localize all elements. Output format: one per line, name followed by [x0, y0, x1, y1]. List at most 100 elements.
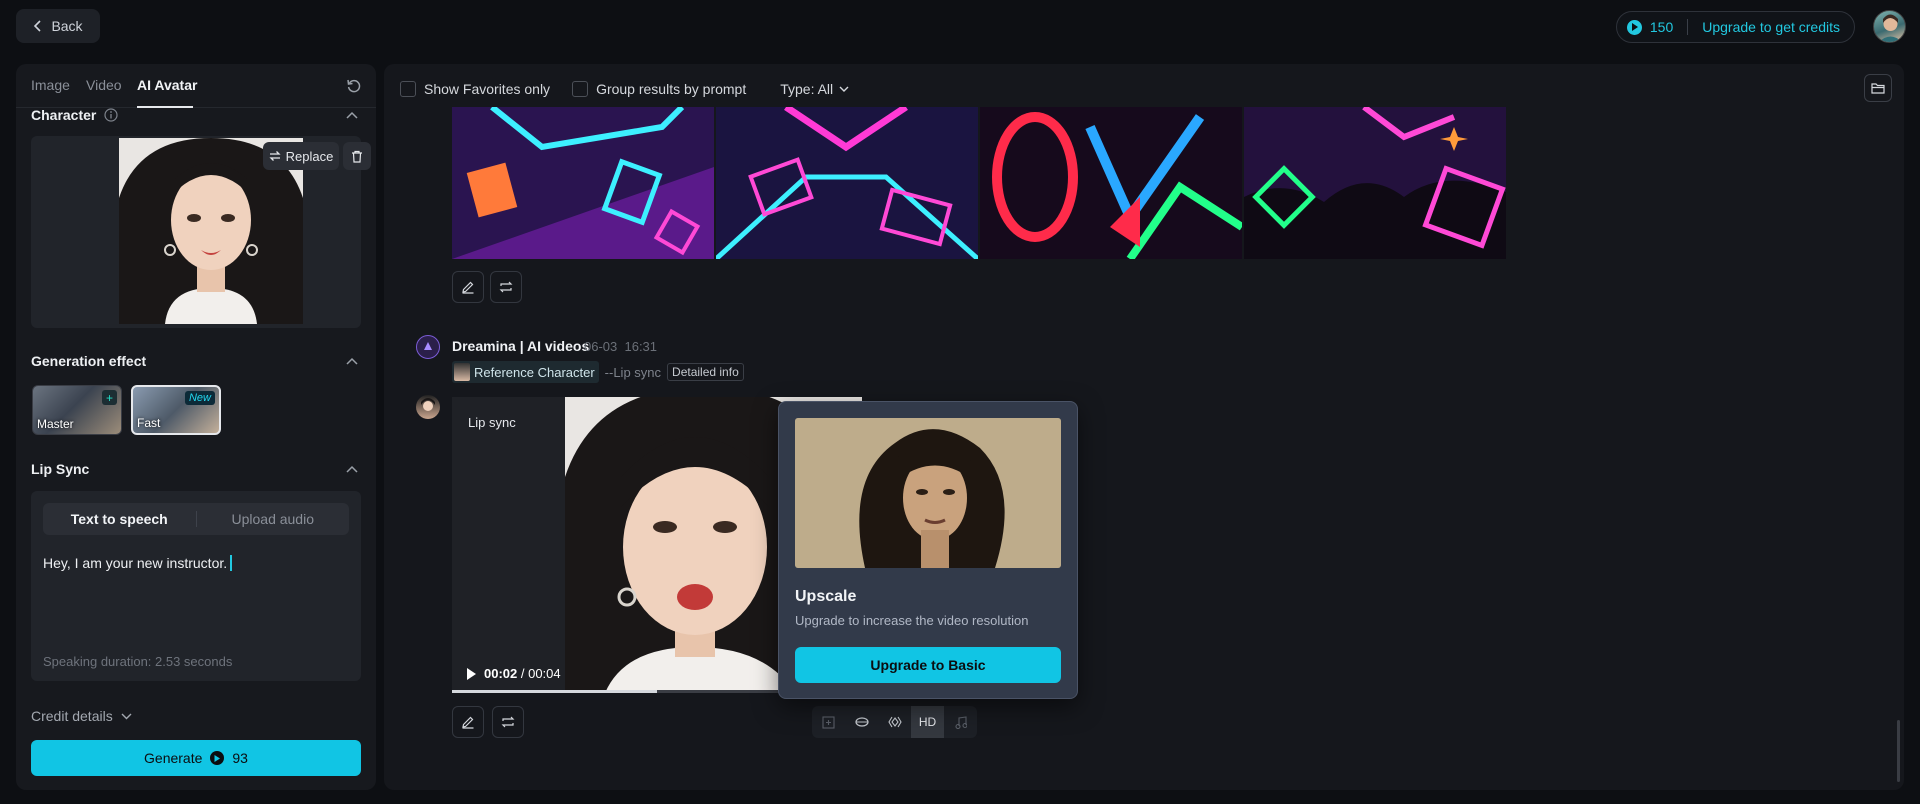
credit-details-label: Credit details	[31, 708, 113, 724]
chevron-down-icon	[121, 713, 132, 720]
active-tab-indicator	[137, 106, 193, 108]
tab-video[interactable]: Video	[86, 77, 122, 93]
delete-character-button[interactable]	[343, 142, 371, 170]
generation-mode: --Lip sync	[604, 364, 662, 380]
chevron-up-icon[interactable]	[346, 111, 358, 119]
upscale-popover: Upscale Upgrade to increase the video re…	[778, 401, 1078, 699]
dreamina-logo-icon	[416, 335, 440, 359]
lip-sync-editor: Text to speech Upload audio Hey, I am yo…	[31, 491, 361, 681]
info-icon[interactable]	[104, 108, 118, 122]
edit-button[interactable]	[452, 706, 484, 738]
video-controls: 00:02 / 00:04	[466, 666, 561, 681]
effect-master-label: Master	[37, 417, 74, 431]
play-icon[interactable]	[466, 667, 476, 680]
text-caret	[230, 555, 233, 571]
detailed-info-button[interactable]: Detailed info	[667, 363, 744, 381]
left-panel: Image Video AI Avatar Character Replace …	[16, 64, 376, 790]
replace-label: Replace	[285, 148, 334, 164]
effect-option-fast[interactable]: New Fast	[131, 385, 221, 435]
show-favorites-label[interactable]: Show Favorites only	[424, 81, 550, 97]
credits-pill[interactable]: 150 Upgrade to get credits	[1615, 11, 1855, 43]
credit-coin-icon	[1626, 19, 1642, 35]
diamond-arrows-icon	[887, 715, 902, 729]
generation-meta: Reference Character --Lip sync Detailed …	[452, 361, 744, 383]
chevron-up-icon[interactable]	[346, 357, 358, 365]
effect-option-master[interactable]: + Master	[32, 385, 122, 435]
total-time: / 00:04	[520, 666, 561, 681]
generation-effect-title: Generation effect	[31, 353, 147, 369]
current-time: 00:02	[484, 666, 518, 681]
tab-image[interactable]: Image	[31, 77, 70, 93]
mode-tabs: Image Video AI Avatar	[16, 64, 376, 108]
tab-ai-avatar[interactable]: AI Avatar	[137, 77, 197, 93]
video-tools: HD	[812, 706, 977, 738]
pencil-icon	[461, 280, 475, 294]
credit-details-toggle[interactable]: Credit details	[31, 708, 132, 724]
folder-button[interactable]	[1864, 74, 1892, 102]
group-results-checkbox[interactable]	[572, 81, 589, 97]
effect-master-badge: +	[102, 390, 117, 405]
chevron-down-icon	[839, 86, 849, 92]
video-mode-label: Lip sync	[468, 415, 516, 430]
audio-tool[interactable]	[944, 706, 977, 738]
generate-button[interactable]: Generate 93	[31, 740, 361, 776]
regenerate-button[interactable]	[492, 706, 524, 738]
replace-button[interactable]: Replace	[263, 142, 339, 170]
speech-text-input[interactable]: Hey, I am your new instructor.	[43, 555, 233, 571]
speech-text-value: Hey, I am your new instructor.	[43, 555, 228, 571]
upscale-hd-tool[interactable]: HD	[911, 706, 944, 738]
folder-icon	[1871, 82, 1885, 94]
effect-fast-label: Fast	[137, 416, 161, 430]
lip-sync-title: Lip Sync	[31, 461, 90, 477]
character-title: Character	[31, 107, 97, 123]
music-note-icon	[954, 715, 967, 729]
chevron-up-icon[interactable]	[346, 465, 358, 473]
result-thumbnail[interactable]	[716, 107, 978, 259]
generate-cost: 93	[232, 750, 248, 766]
pencil-icon	[461, 715, 475, 729]
generation-time: 16:31	[624, 339, 658, 354]
upload-audio-tab[interactable]: Upload audio	[197, 503, 350, 535]
upscale-preview-image	[795, 418, 1061, 568]
upgrade-credits-link[interactable]: Upgrade to get credits	[1702, 19, 1840, 35]
extend-tool[interactable]	[812, 706, 845, 738]
repeat-icon	[499, 280, 513, 294]
text-to-speech-tab[interactable]: Text to speech	[43, 503, 196, 535]
type-filter-dropdown[interactable]: Type: All	[780, 81, 849, 97]
filter-bar: Show Favorites only Group results by pro…	[400, 78, 849, 100]
group-results-label[interactable]: Group results by prompt	[596, 81, 746, 97]
lip-sync-tool[interactable]	[845, 706, 878, 738]
video-progress-fill	[452, 690, 657, 693]
lip-sync-mode-toggle: Text to speech Upload audio	[43, 503, 349, 535]
type-filter-label: Type: All	[780, 81, 834, 97]
back-button[interactable]: Back	[16, 9, 100, 43]
result-thumbnail[interactable]	[1244, 107, 1506, 259]
upgrade-to-basic-button[interactable]: Upgrade to Basic	[795, 647, 1061, 683]
lips-icon	[854, 717, 869, 727]
plus-frame-icon	[822, 715, 835, 729]
video-time: 00:02 / 00:04	[484, 666, 561, 681]
upscale-title: Upscale	[795, 588, 857, 605]
reset-icon[interactable]	[346, 78, 362, 94]
back-label: Back	[51, 18, 83, 34]
regenerate-button[interactable]	[490, 271, 522, 303]
repeat-icon	[501, 715, 515, 729]
generation-timestamp: 06-03 16:31	[584, 339, 657, 354]
edit-button[interactable]	[452, 271, 484, 303]
reference-thumbnail	[454, 363, 470, 381]
speaking-duration: Speaking duration: 2.53 seconds	[43, 654, 233, 669]
interpolate-tool[interactable]	[878, 706, 911, 738]
result-thumbnail[interactable]	[980, 107, 1242, 259]
divider	[1687, 19, 1689, 35]
scrollbar[interactable]	[1897, 720, 1900, 782]
show-favorites-checkbox[interactable]	[400, 81, 416, 97]
user-avatar[interactable]	[1873, 10, 1906, 43]
trash-icon	[351, 150, 363, 163]
new-badge: New	[184, 391, 215, 405]
generation-date: 06-03	[584, 339, 618, 354]
chevron-left-icon	[33, 20, 43, 32]
user-avatar	[416, 395, 440, 419]
results-panel: Show Favorites only Group results by pro…	[384, 64, 1904, 790]
reference-character-tag[interactable]: Reference Character	[452, 361, 599, 383]
result-thumbnail[interactable]	[452, 107, 714, 259]
